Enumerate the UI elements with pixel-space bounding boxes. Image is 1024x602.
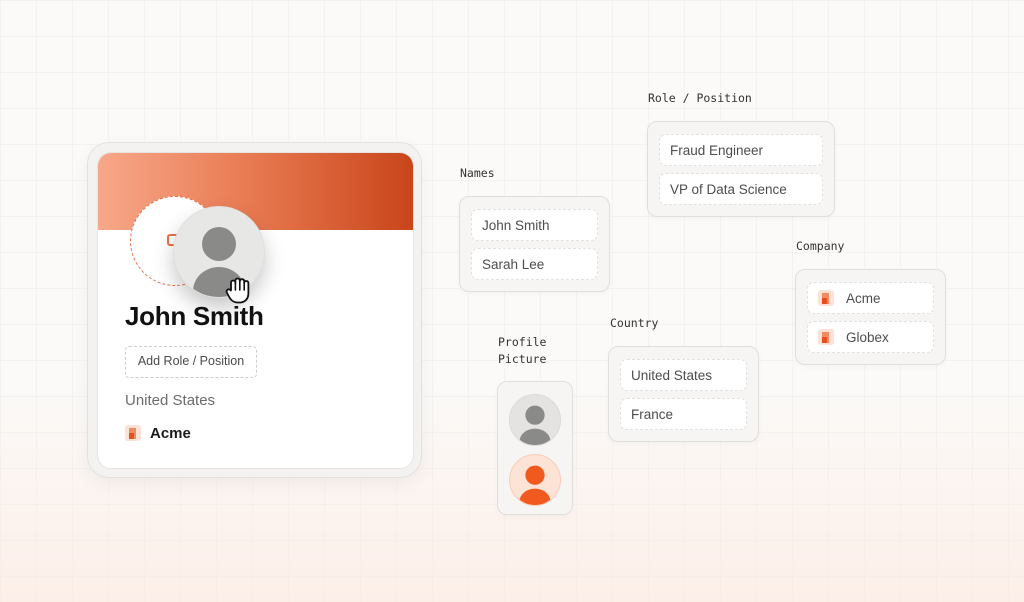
country-option-chip[interactable]: France [620,398,747,430]
company-option-label: Globex [846,329,889,345]
company-option-chip[interactable]: Globex [807,321,934,353]
person-silhouette-icon [519,465,551,505]
names-group-label: Names [460,166,495,180]
profile-card: John Smith Add Role / Position United St… [87,142,422,478]
orange-avatar-option[interactable] [509,454,561,506]
profile-country: United States [125,392,216,409]
add-role-button[interactable]: Add Role / Position [125,346,257,378]
company-option-label: Acme [846,290,881,306]
profile-picture-label-line: Picture [498,352,547,366]
country-options-box: United States France [608,346,759,442]
profile-picture-group-label: Profile Picture [498,334,546,368]
name-option-chip[interactable]: Sarah Lee [471,248,598,280]
company-logo-icon [818,329,834,345]
country-option-chip[interactable]: United States [620,359,747,391]
names-options-box: John Smith Sarah Lee [459,196,610,292]
person-silhouette-icon [519,405,551,445]
company-logo-icon [125,425,141,441]
company-options-box: Acme Globex [795,269,946,365]
profile-picture-label-line: Profile [498,335,547,349]
country-group-label: Country [610,316,659,330]
role-group-label: Role / Position [648,91,752,105]
role-option-chip[interactable]: VP of Data Science [659,173,823,205]
company-option-chip[interactable]: Acme [807,282,934,314]
name-option-chip[interactable]: John Smith [471,209,598,241]
profile-card-body: John Smith Add Role / Position United St… [97,152,414,469]
role-options-box: Fraud Engineer VP of Data Science [647,121,835,217]
profile-company: Acme [125,423,191,443]
profile-picture-options-box [497,381,573,515]
profile-company-name: Acme [150,424,191,442]
gray-avatar-option[interactable] [509,394,561,446]
role-option-chip[interactable]: Fraud Engineer [659,134,823,166]
company-group-label: Company [796,239,845,253]
company-logo-icon [818,290,834,306]
profile-name: John Smith [125,301,264,331]
